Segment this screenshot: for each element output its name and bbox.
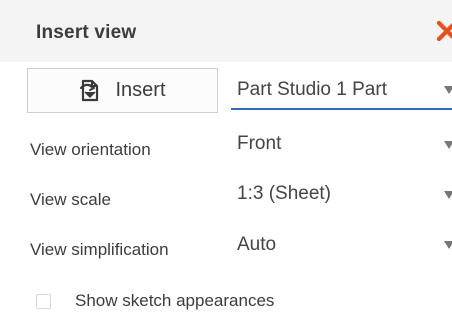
- part-source-value: Part Studio 1 Part: [237, 79, 387, 100]
- chevron-down-icon: [444, 241, 452, 249]
- show-sketch-appearances-checkbox[interactable]: [36, 293, 51, 309]
- insert-button-label: Insert: [115, 79, 166, 101]
- view-simplification-label: View simplification: [30, 240, 169, 259]
- show-sketch-appearances-option: Show sketch appearances: [36, 291, 274, 311]
- view-simplification-select[interactable]: Auto: [231, 226, 452, 266]
- insert-view-dialog: Insert view Insert Part Studio 1 Part Vi…: [0, 0, 452, 324]
- part-source-select[interactable]: Part Studio 1 Part: [231, 70, 452, 110]
- insert-button[interactable]: Insert: [27, 68, 218, 113]
- insert-document-icon: [80, 79, 99, 101]
- view-scale-label: View scale: [30, 190, 111, 209]
- dialog-title: Insert view: [36, 22, 137, 43]
- chevron-down-icon: [444, 86, 452, 94]
- view-scale-select[interactable]: 1:3 (Sheet): [231, 176, 452, 216]
- view-orientation-value: Front: [237, 133, 282, 154]
- dialog-header: Insert view: [0, 0, 452, 62]
- view-orientation-select[interactable]: Front: [231, 127, 452, 167]
- view-simplification-value: Auto: [237, 234, 277, 255]
- close-icon[interactable]: [436, 18, 452, 44]
- chevron-down-icon: [444, 141, 452, 149]
- chevron-down-icon: [444, 191, 452, 199]
- view-orientation-label: View orientation: [30, 140, 151, 159]
- show-sketch-appearances-label[interactable]: Show sketch appearances: [75, 291, 274, 311]
- view-scale-value: 1:3 (Sheet): [237, 183, 331, 204]
